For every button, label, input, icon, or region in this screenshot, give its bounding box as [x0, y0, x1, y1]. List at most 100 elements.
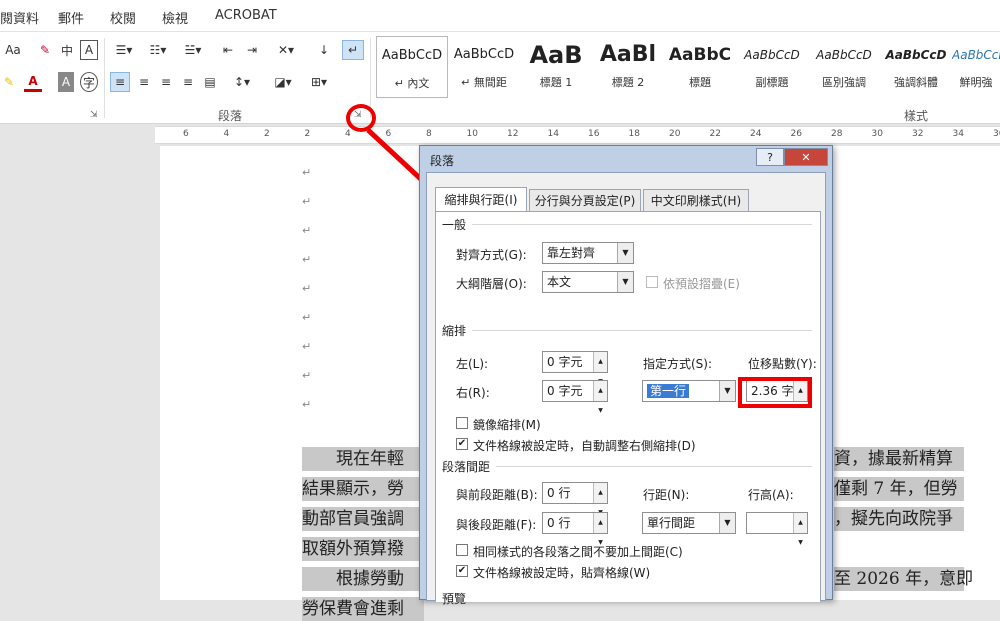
tab-line-page-breaks[interactable]: 分行與分頁設定(P) [529, 189, 641, 211]
ruler-number: 6 [385, 129, 392, 139]
close-button[interactable]: ✕ [784, 148, 828, 166]
clear-format-icon[interactable]: ✎ [36, 40, 54, 60]
alignment-select[interactable]: 靠左對齊 ▼ [542, 242, 634, 264]
enclose-char-button[interactable]: 字 [80, 72, 98, 92]
decrease-indent-icon[interactable]: ⇤ [218, 40, 238, 60]
line-spacing-icon[interactable]: ↕▾ [228, 72, 256, 92]
outline-level-value: 本文 [547, 275, 572, 289]
style-preview: AaBbCcD [816, 48, 872, 62]
highlight-icon[interactable]: ✎ [0, 72, 18, 92]
spinner-icon[interactable]: ▲▼ [793, 513, 807, 546]
style-heading1[interactable]: AaB 標題 1 [520, 36, 592, 98]
menu-mailings[interactable]: 郵件 [58, 8, 84, 27]
document-line[interactable]: 勞保費會進剩 [302, 597, 424, 621]
style-label: 標題 [689, 76, 711, 89]
auto-adjust-indent-checkbox[interactable]: ✔ [456, 438, 468, 450]
bullets-icon[interactable]: ☰▾ [110, 40, 138, 60]
space-after-field[interactable]: 0 行 ▲ ▼ [542, 512, 608, 546]
indent-by-label: 位移點數(Y): [748, 357, 817, 371]
style-heading2[interactable]: AaBl 標題 2 [592, 36, 664, 98]
document-line[interactable]: 結果顯示，勞 [302, 477, 424, 501]
style-preview: AaBbCcD [453, 47, 515, 62]
annotation-circle [346, 104, 376, 132]
collapsed-checkbox[interactable] [646, 276, 658, 288]
char-border-button[interactable]: A [80, 40, 98, 60]
style-normal[interactable]: AaBbCcD ↵ 內文 [376, 36, 448, 98]
document-line[interactable]: 動部官員強調 [302, 507, 424, 531]
at-field[interactable]: ▲ ▼ [746, 512, 808, 546]
ruler-number: 18 [628, 129, 640, 139]
char-shading-button[interactable]: A [58, 72, 74, 92]
divider [472, 224, 812, 225]
style-emphasis[interactable]: AaBbCcD 強調斜體 [880, 36, 952, 98]
space-before-field[interactable]: 0 行 ▲▼ [542, 482, 608, 516]
chevron-down-icon: ▼ [719, 513, 735, 533]
menu-review[interactable]: 校閱 [110, 8, 136, 27]
line-spacing-label: 行距(N): [643, 488, 690, 502]
right-indent-field[interactable]: 0 字元 ▲ ▼ [542, 380, 608, 414]
style-intense[interactable]: AaBbCcD 鮮明強 [952, 36, 1000, 98]
multilevel-list-icon[interactable]: ☱▾ [178, 40, 208, 60]
ruler-number: 20 [669, 129, 681, 139]
font-color-button[interactable]: A [24, 72, 42, 92]
tab-asian-typography[interactable]: 中文印刷樣式(H) [643, 189, 749, 211]
borders-icon[interactable]: ⊞▾ [304, 72, 334, 92]
no-space-same-style-checkbox[interactable] [456, 544, 468, 556]
shading-icon[interactable]: ◪▾ [268, 72, 298, 92]
special-indent-select[interactable]: 第一行 ▼ [642, 380, 736, 402]
mirror-indents-checkbox[interactable] [456, 417, 468, 429]
document-line-right[interactable]: 資，據最新精算 [834, 447, 964, 471]
document-line-right[interactable]: ，擬先向政院爭 [834, 507, 964, 531]
snap-to-grid-checkbox[interactable]: ✔ [456, 565, 468, 577]
phonetic-guide-button[interactable]: 中 [58, 40, 76, 60]
numbering-icon[interactable]: ☷▾ [144, 40, 172, 60]
align-center-icon[interactable]: ≡ [134, 72, 154, 92]
spinner-icon[interactable]: ▲▼ [593, 381, 607, 414]
change-case-button[interactable]: Aa [0, 40, 26, 60]
document-line-right[interactable]: 至 2026 年，意即 [834, 567, 973, 591]
style-title[interactable]: AaBbC 標題 [664, 36, 736, 98]
spinner-icon[interactable]: ▲▼ [593, 483, 607, 516]
line-spacing-select[interactable]: 單行間距 ▼ [642, 512, 736, 534]
ruler-number: 4 [345, 129, 351, 139]
font-launcher-icon[interactable]: ⇲ [90, 110, 98, 120]
menu-references[interactable]: 閱資料 [0, 8, 39, 27]
align-right-icon[interactable]: ≡ [156, 72, 176, 92]
document-line[interactable]: 根據勞動 [302, 567, 424, 591]
increase-indent-icon[interactable]: ⇥ [242, 40, 262, 60]
document-line-right[interactable]: 僅剩 7 年，但勞 [834, 477, 964, 501]
ruler-number: 8 [426, 129, 432, 139]
space-before-label: 與前段距離(B): [456, 488, 538, 502]
ruler-number: 2 [264, 129, 270, 139]
collapsed-label: 依預設摺疊(E) [663, 277, 740, 291]
justify-icon[interactable]: ≡ [178, 72, 198, 92]
style-subtitle[interactable]: AaBbCcD 副標題 [736, 36, 808, 98]
spinner-icon[interactable]: ▲▼ [593, 513, 607, 546]
right-indent-value: 0 字元 [547, 384, 583, 398]
ruler-number: 6 [183, 129, 189, 139]
style-preview: AaB [529, 41, 583, 69]
tab-indents-spacing[interactable]: 縮排與行距(I) [435, 187, 527, 211]
document-line[interactable]: 取額外預算撥 [302, 537, 424, 561]
help-button[interactable]: ? [756, 148, 784, 166]
paragraph-mark: ↵ [302, 166, 312, 179]
style-subtle-emphasis[interactable]: AaBbCcD 區別強調 [808, 36, 880, 98]
paragraph-dialog: 段落 ? ✕ 縮排與行距(I) 分行與分頁設定(P) 中文印刷樣式(H) 一般 … [419, 145, 833, 606]
chevron-down-icon: ▼ [617, 243, 633, 263]
left-indent-field[interactable]: 0 字元 ▲▼ [542, 351, 608, 385]
document-line[interactable]: 現在年輕 [302, 447, 424, 471]
menu-view[interactable]: 檢視 [162, 8, 188, 27]
sort-icon[interactable]: ↓ [314, 40, 334, 60]
outline-level-select[interactable]: 本文 ▼ [542, 271, 634, 293]
horizontal-ruler[interactable]: 64224681012141618202224262830323436 [155, 126, 1000, 144]
style-no-spacing[interactable]: AaBbCcD ↵ 無間距 [448, 36, 520, 98]
spinner-icon[interactable]: ▲▼ [593, 352, 607, 385]
ruler-number: 12 [507, 129, 519, 139]
align-left-icon[interactable]: ≡ [110, 72, 130, 92]
asian-layout-icon[interactable]: ✕▾ [272, 40, 300, 60]
show-marks-icon[interactable]: ↵ [342, 40, 364, 60]
distributed-icon[interactable]: ▤ [200, 72, 220, 92]
style-label: ↵ 內文 [394, 77, 430, 90]
alignment-label: 對齊方式(G): [456, 248, 527, 262]
menu-acrobat[interactable]: ACROBAT [215, 8, 277, 23]
